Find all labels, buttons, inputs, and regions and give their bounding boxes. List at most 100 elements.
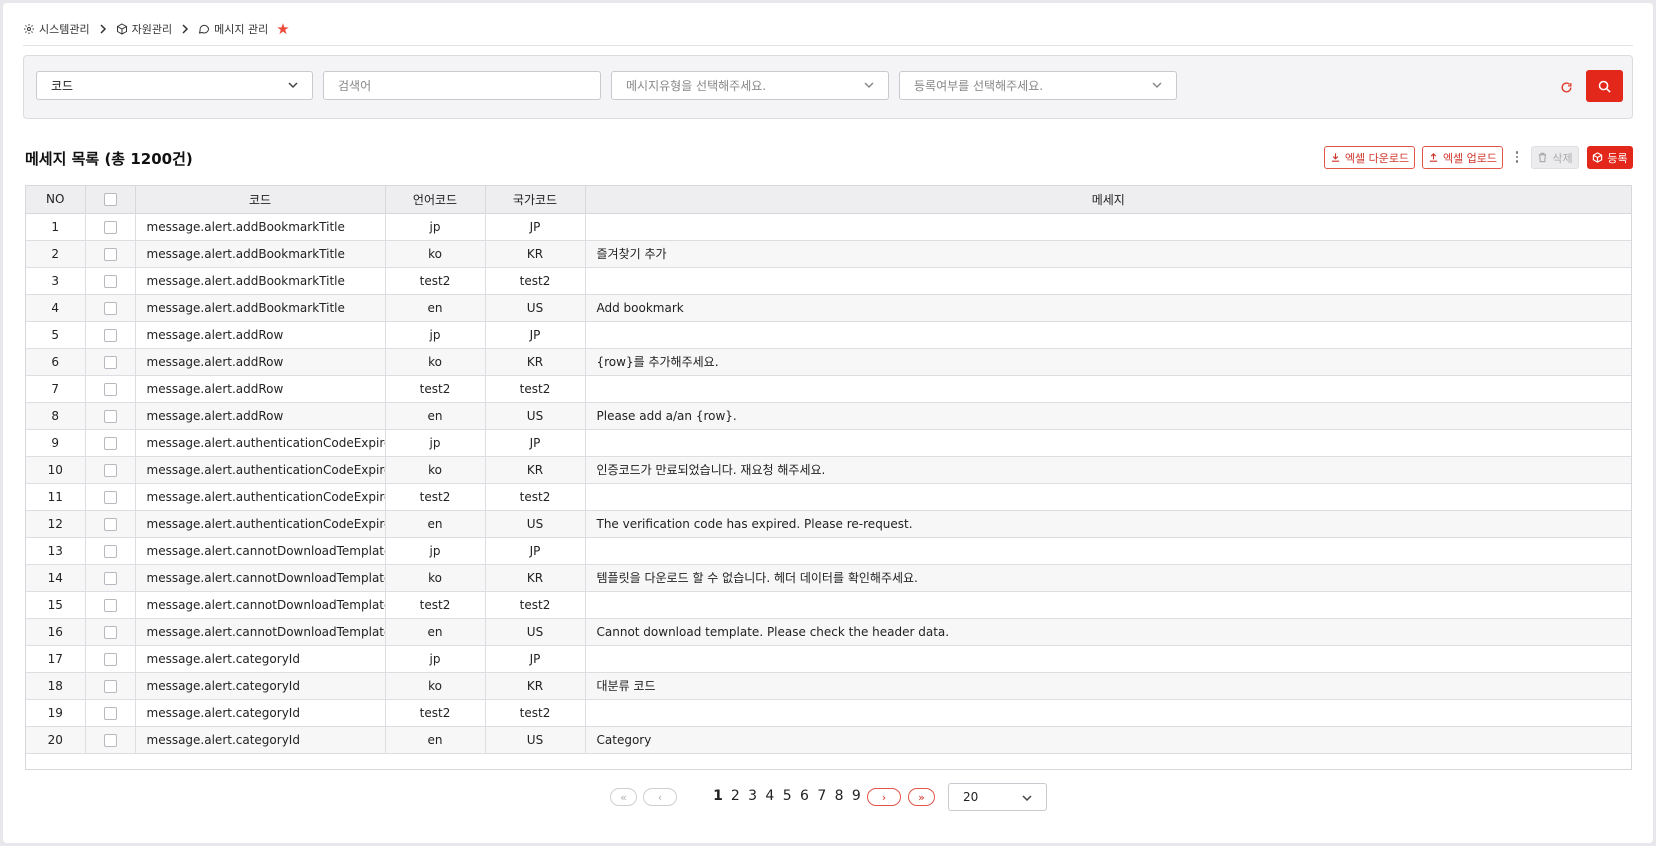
cell-no: 4: [26, 294, 86, 322]
row-checkbox[interactable]: [103, 355, 117, 369]
message-type-select[interactable]: 메시지유형을 선택해주세요.: [611, 71, 889, 100]
col-header-code[interactable]: 코드: [135, 186, 386, 214]
cell-select: [85, 726, 136, 754]
cube-icon: [116, 23, 127, 35]
table-row[interactable]: 4 message.alert.addBookmarkTitle en US Add b…: [26, 294, 1631, 322]
first-page-button[interactable]: «: [610, 788, 637, 806]
cell-no: 8: [26, 402, 86, 430]
cell-no: 11: [26, 483, 86, 511]
more-menu-icon[interactable]: [1511, 148, 1523, 166]
row-checkbox[interactable]: [103, 247, 117, 261]
table-row[interactable]: 19 message.alert.categoryId test2 test2: [26, 699, 1631, 727]
table-row[interactable]: 12 message.alert.authenticationCodeExpire…: [26, 510, 1631, 538]
col-header-no[interactable]: NO: [26, 186, 86, 214]
code-select[interactable]: 코드: [36, 71, 313, 100]
row-checkbox[interactable]: [103, 328, 117, 342]
col-header-message[interactable]: 메세지: [585, 186, 1631, 214]
cell-country: test2: [485, 699, 586, 727]
row-checkbox[interactable]: [103, 382, 117, 396]
table-row[interactable]: 16 message.alert.cannotDownloadTemplate en…: [26, 618, 1631, 646]
message-table: NO 코드 언어코드 국가코드 메세지 1 message.alert.addBo…: [26, 186, 1631, 754]
star-icon[interactable]: ★: [276, 20, 289, 38]
cell-select: [85, 267, 136, 295]
table-row[interactable]: 20 message.alert.categoryId en US Category: [26, 726, 1631, 754]
page-number[interactable]: 7: [815, 788, 829, 804]
table-row[interactable]: 7 message.alert.addRow test2 test2: [26, 375, 1631, 403]
first-page-label: «: [620, 790, 627, 804]
row-checkbox[interactable]: [103, 409, 117, 423]
table-row[interactable]: 6 message.alert.addRow ko KR {row}를 추가해주세요.: [26, 348, 1631, 376]
search-icon: [1598, 80, 1611, 93]
table-header-row: NO 코드 언어코드 국가코드 메세지: [26, 186, 1631, 214]
page-number[interactable]: 6: [798, 788, 812, 804]
cell-message: 템플릿을 다운로드 할 수 없습니다. 헤더 데이터를 확인해주세요.: [585, 564, 1631, 592]
table-row[interactable]: 5 message.alert.addRow jp JP: [26, 321, 1631, 349]
search-button[interactable]: [1586, 70, 1623, 102]
page-number[interactable]: 8: [832, 788, 846, 804]
last-page-button[interactable]: »: [908, 788, 935, 806]
page-number[interactable]: 1: [711, 788, 725, 804]
next-page-button[interactable]: ›: [867, 788, 901, 806]
row-checkbox[interactable]: [103, 436, 117, 450]
cell-lang: ko: [385, 672, 486, 700]
row-checkbox[interactable]: [103, 301, 117, 315]
excel-upload-button[interactable]: 엑셀 업로드: [1422, 146, 1503, 169]
row-checkbox[interactable]: [103, 733, 117, 747]
page-number[interactable]: 5: [780, 788, 794, 804]
cell-select: [85, 375, 136, 403]
select-all-checkbox[interactable]: [103, 193, 117, 207]
cell-lang: ko: [385, 564, 486, 592]
cell-code: message.alert.cannotDownloadTemplate: [135, 618, 386, 646]
table-row[interactable]: 3 message.alert.addBookmarkTitle test2 test…: [26, 267, 1631, 295]
row-checkbox[interactable]: [103, 274, 117, 288]
register-button[interactable]: 등록: [1587, 146, 1633, 169]
registration-select[interactable]: 등록여부를 선택해주세요.: [899, 71, 1177, 100]
table-row[interactable]: 1 message.alert.addBookmarkTitle jp JP: [26, 213, 1631, 241]
table-row[interactable]: 11 message.alert.authenticationCodeExpire…: [26, 483, 1631, 511]
table-row[interactable]: 8 message.alert.addRow en US Please add a/an…: [26, 402, 1631, 430]
row-checkbox[interactable]: [103, 463, 117, 477]
row-checkbox[interactable]: [103, 220, 117, 234]
cell-code: message.alert.authenticationCodeExpires: [135, 510, 386, 538]
cell-country: JP: [485, 213, 586, 241]
cell-code: message.alert.addRow: [135, 402, 386, 430]
page-number[interactable]: 3: [746, 788, 760, 804]
row-checkbox[interactable]: [103, 571, 117, 585]
table-row[interactable]: 17 message.alert.categoryId jp JP: [26, 645, 1631, 673]
col-header-lang[interactable]: 언어코드: [385, 186, 486, 214]
row-checkbox[interactable]: [103, 544, 117, 558]
table-row[interactable]: 15 message.alert.cannotDownloadTemplate te…: [26, 591, 1631, 619]
chevron-down-icon: [1022, 795, 1032, 802]
refresh-button[interactable]: [1555, 76, 1577, 98]
row-checkbox[interactable]: [103, 625, 117, 639]
prev-page-button[interactable]: ‹: [643, 788, 677, 806]
table-row[interactable]: 9 message.alert.authenticationCodeExpires…: [26, 429, 1631, 457]
cell-country: US: [485, 618, 586, 646]
table-row[interactable]: 10 message.alert.authenticationCodeExpire…: [26, 456, 1631, 484]
table-row[interactable]: 13 message.alert.cannotDownloadTemplate jp…: [26, 537, 1631, 565]
delete-button[interactable]: 삭제: [1531, 146, 1579, 169]
cell-code: message.alert.addRow: [135, 348, 386, 376]
row-checkbox[interactable]: [103, 490, 117, 504]
row-checkbox[interactable]: [103, 706, 117, 720]
cell-no: 5: [26, 321, 86, 349]
page-number[interactable]: 4: [763, 788, 777, 804]
row-checkbox[interactable]: [103, 517, 117, 531]
cell-select: [85, 429, 136, 457]
table-row[interactable]: 2 message.alert.addBookmarkTitle ko KR 즐겨찾기 …: [26, 240, 1631, 268]
cell-select: [85, 213, 136, 241]
table-row[interactable]: 18 message.alert.categoryId ko KR 대분류 코드: [26, 672, 1631, 700]
page-size-select[interactable]: 20: [948, 783, 1047, 811]
row-checkbox[interactable]: [103, 598, 117, 612]
row-checkbox[interactable]: [103, 679, 117, 693]
excel-download-button[interactable]: 엑셀 다운로드: [1324, 146, 1415, 169]
cell-no: 9: [26, 429, 86, 457]
col-header-country[interactable]: 국가코드: [485, 186, 586, 214]
page-number[interactable]: 9: [849, 788, 863, 804]
page-number[interactable]: 2: [728, 788, 742, 804]
breadcrumb-item-resource[interactable]: 자원관리: [116, 20, 172, 38]
row-checkbox[interactable]: [103, 652, 117, 666]
breadcrumb-item-system[interactable]: 시스템관리: [23, 20, 90, 38]
keyword-input[interactable]: 검색어: [323, 71, 601, 100]
table-row[interactable]: 14 message.alert.cannotDownloadTemplate ko…: [26, 564, 1631, 592]
